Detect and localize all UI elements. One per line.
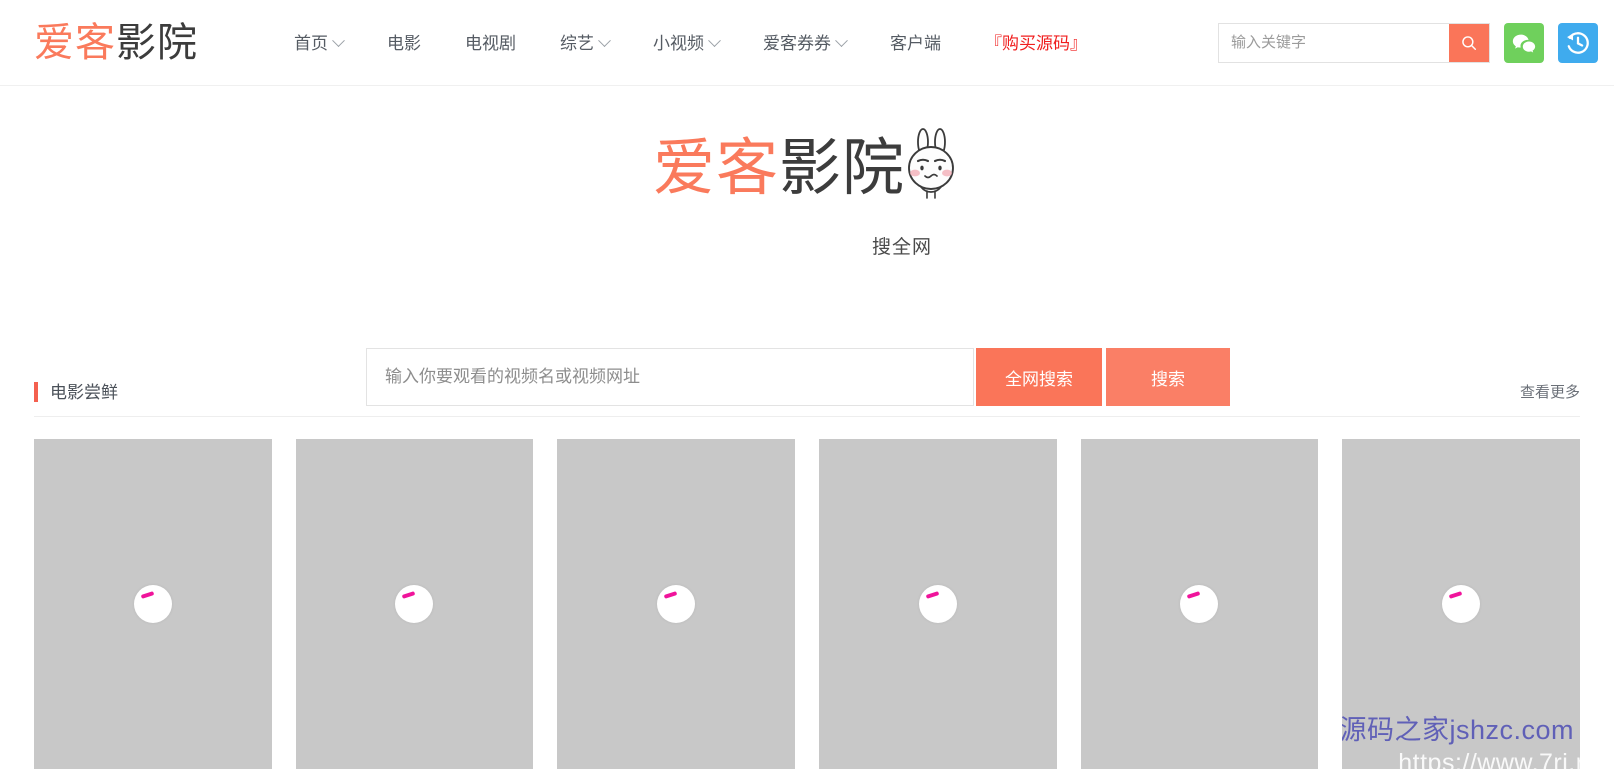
- nav-item-short-video[interactable]: 小视频: [631, 33, 741, 53]
- hero-logo-accent-text: 爱客: [652, 134, 779, 203]
- wechat-button[interactable]: [1504, 22, 1544, 63]
- nav-item-home[interactable]: 首页: [272, 33, 365, 53]
- hero-logo: 爱客 影院: [653, 128, 961, 200]
- movie-card[interactable]: [295, 439, 534, 769]
- header-search-box: [1218, 22, 1490, 63]
- history-button[interactable]: [1558, 22, 1598, 63]
- chevron-down-icon: [332, 33, 345, 47]
- section-header-movies: 电影尝鲜 查看更多: [34, 366, 1580, 417]
- view-more-link[interactable]: 查看更多: [1520, 385, 1580, 400]
- loading-spinner-icon: [1442, 585, 1481, 623]
- movie-card[interactable]: 源码之家jshzc.com: [1342, 439, 1580, 769]
- site-header: 爱客影院 首页 电影 电视剧 综艺 小视频 爱客券券 客户端 『购买源码』: [0, 0, 1614, 86]
- nav-item-movies[interactable]: 电影: [365, 35, 443, 52]
- search-icon: [1462, 35, 1477, 50]
- nav-label: 小视频: [653, 33, 704, 53]
- nav-label: 首页: [294, 33, 328, 53]
- nav-label: 综艺: [560, 33, 594, 53]
- header-search-button[interactable]: [1449, 23, 1489, 62]
- loading-spinner-icon: [1180, 585, 1219, 623]
- main-navigation: 首页 电影 电视剧 综艺 小视频 爱客券券 客户端 『购买源码』: [272, 0, 1109, 86]
- nav-label: 客户端: [890, 33, 941, 53]
- chevron-down-icon: [835, 33, 848, 47]
- header-search-input[interactable]: [1219, 23, 1449, 62]
- movie-card-grid: 源码之家jshzc.com: [34, 439, 1580, 769]
- section-accent-bar: [34, 382, 38, 402]
- nav-item-buy-source[interactable]: 『购买源码』: [963, 35, 1109, 52]
- header-right-tools: [1218, 22, 1598, 63]
- wechat-icon: [1512, 34, 1536, 53]
- loading-spinner-icon: [918, 585, 957, 623]
- site-logo[interactable]: 爱客影院: [34, 23, 198, 63]
- movie-card[interactable]: [1080, 439, 1319, 769]
- nav-item-tv-series[interactable]: 电视剧: [443, 35, 538, 52]
- movie-card[interactable]: [557, 439, 795, 769]
- nav-label: 『购买源码』: [985, 33, 1087, 53]
- rabbit-mascot-icon: [901, 128, 961, 200]
- hero-logo-dark-text: 影院: [779, 134, 906, 203]
- history-icon: [1567, 31, 1589, 54]
- nav-label: 爱客券券: [763, 33, 831, 53]
- hero-section: 爱客影院 搜全网 全网搜索 搜索: [0, 86, 1614, 406]
- movie-card[interactable]: [819, 439, 1057, 769]
- movie-card[interactable]: [34, 439, 272, 769]
- nav-label: 电视剧: [465, 33, 516, 53]
- logo-dark-text: 影院: [116, 20, 198, 65]
- nav-item-coupons[interactable]: 爱客券券: [741, 33, 868, 53]
- chevron-down-icon: [598, 33, 611, 47]
- nav-label: 电影: [387, 33, 421, 53]
- logo-accent-text: 爱客: [34, 20, 116, 65]
- hero-tagline: 搜全网: [872, 237, 933, 258]
- chevron-down-icon: [708, 33, 721, 47]
- nav-item-client-app[interactable]: 客户端: [868, 35, 963, 52]
- nav-item-variety[interactable]: 综艺: [538, 33, 631, 53]
- watermark-source-site: 源码之家jshzc.com: [1342, 715, 1574, 745]
- loading-spinner-icon: [133, 585, 172, 623]
- loading-spinner-icon: [657, 585, 696, 623]
- loading-spinner-icon: [395, 585, 434, 623]
- section-title: 电影尝鲜: [50, 382, 118, 402]
